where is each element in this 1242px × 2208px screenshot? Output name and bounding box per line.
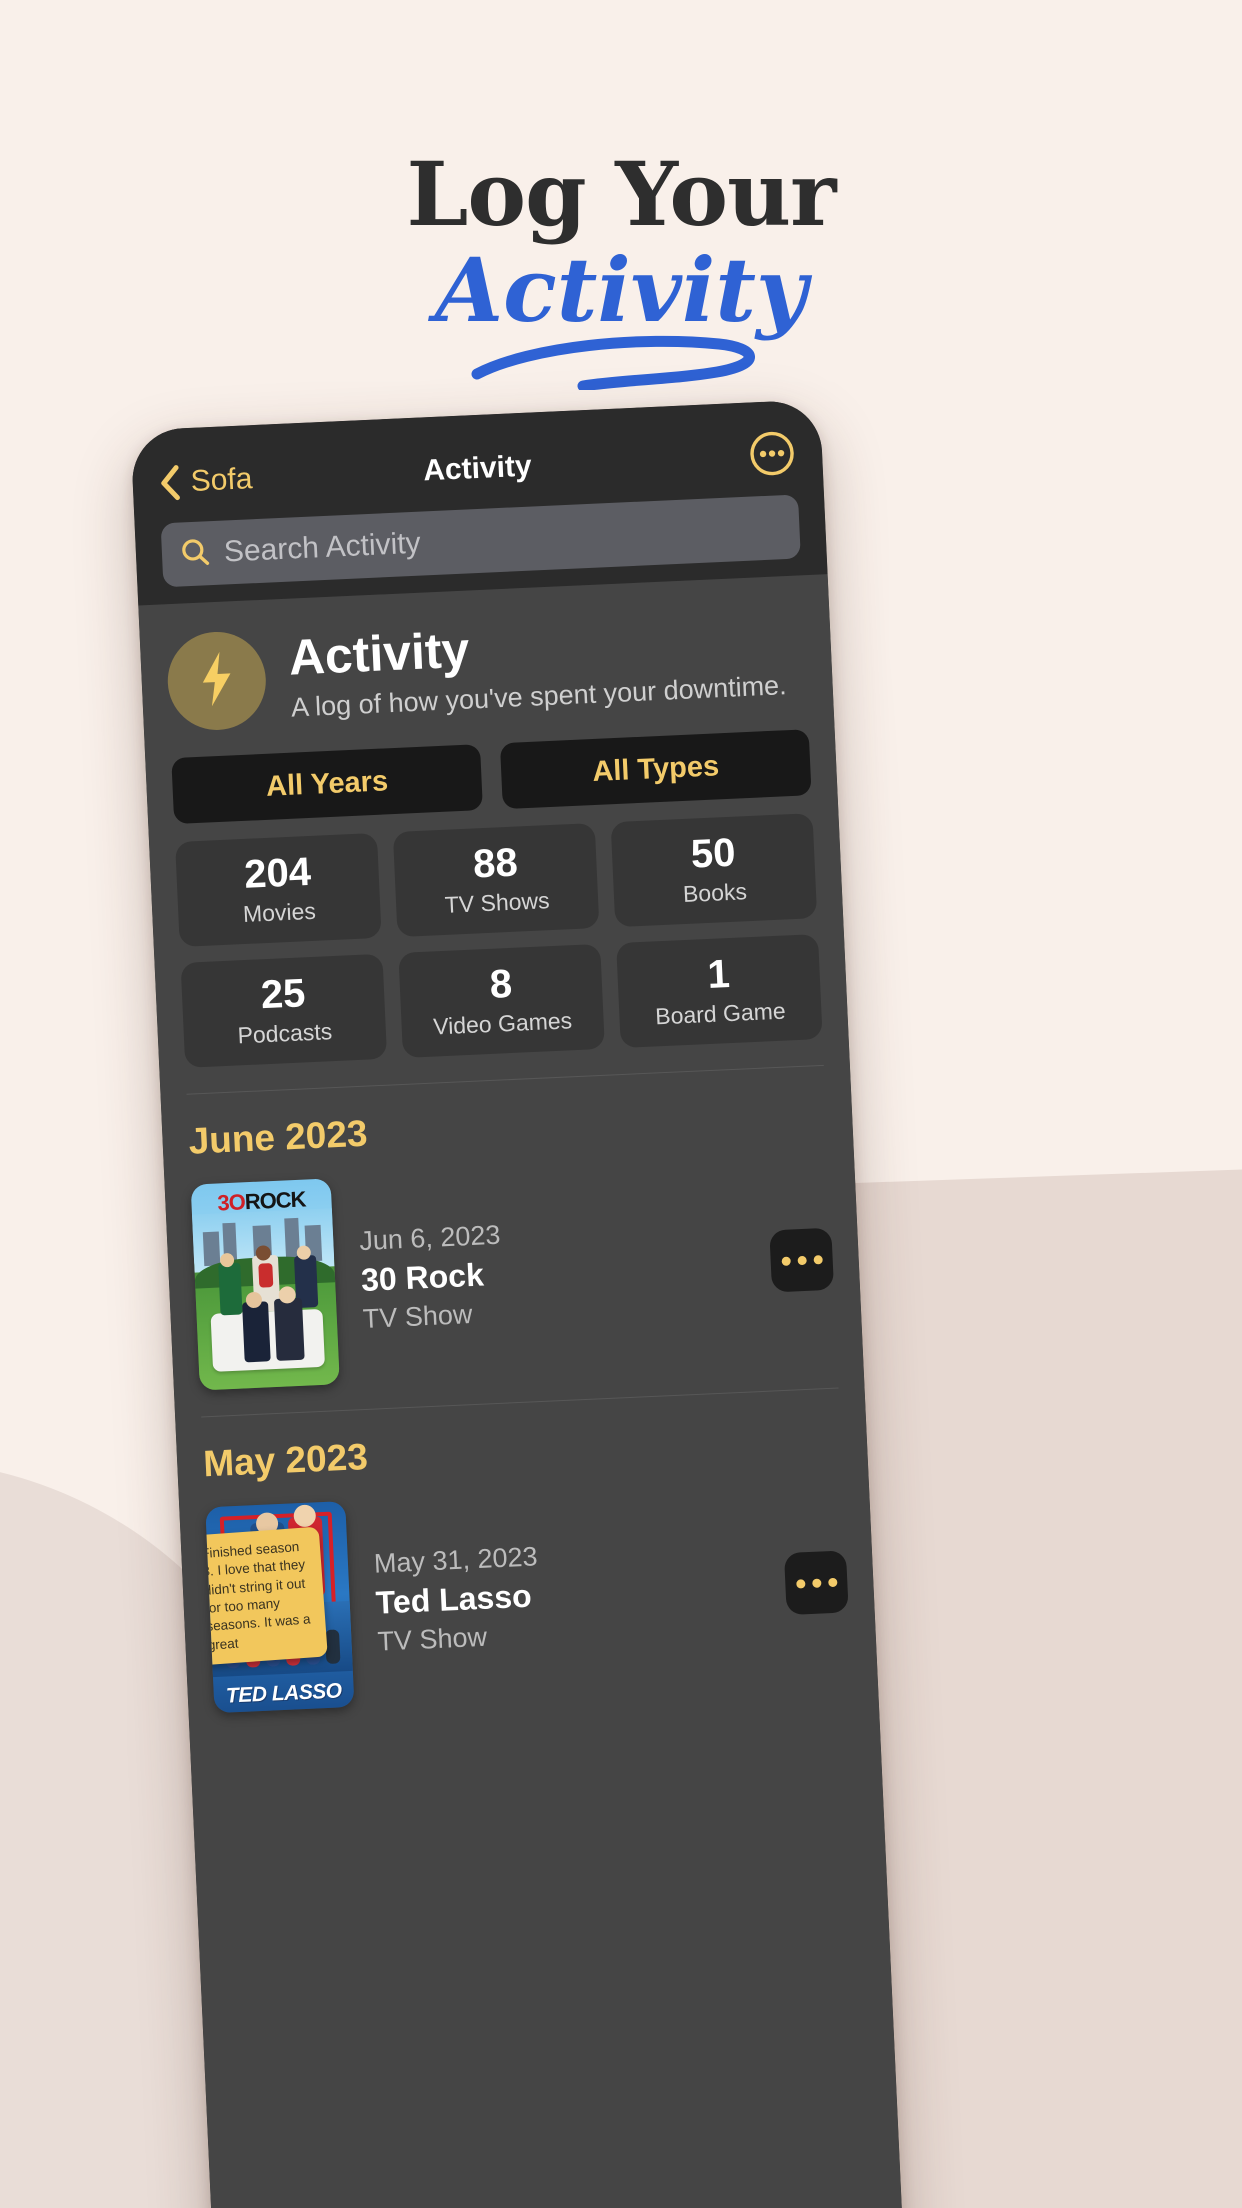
ellipsis-icon — [827, 1577, 838, 1587]
ellipsis-circle-icon — [749, 431, 798, 482]
activity-header: Activity A log of how you've spent your … — [165, 605, 808, 733]
entry-info: May 31, 2023 Ted Lasso TV Show — [373, 1531, 762, 1657]
filter-all-years[interactable]: All Years — [171, 744, 483, 825]
ellipsis-icon — [795, 1578, 806, 1589]
poster-title-part1: 3O — [216, 1189, 246, 1216]
search-input[interactable]: Search Activity — [160, 494, 801, 588]
poster-logo-text: TED LASSO — [225, 1679, 343, 1708]
stat-value: 204 — [243, 849, 312, 897]
ellipsis-icon — [780, 1256, 791, 1266]
ellipsis-icon — [812, 1254, 823, 1265]
month-heading-may: May 2023 — [202, 1435, 369, 1485]
stat-value: 1 — [706, 952, 731, 998]
stat-card-board-game[interactable]: 1 Board Game — [616, 933, 823, 1049]
stat-card-podcasts[interactable]: 25 Podcasts — [180, 953, 388, 1068]
poster-30-rock: 3OROCK — [190, 1178, 340, 1391]
stat-card-movies[interactable]: 204 Movies — [175, 832, 382, 947]
stat-value: 50 — [689, 830, 737, 877]
activity-icon-badge — [165, 629, 268, 733]
stat-card-books[interactable]: 50 Books — [610, 813, 818, 928]
poster-ted-lasso: TED LASSO Finished season 3. I love that… — [205, 1501, 355, 1714]
search-placeholder: Search Activity — [223, 526, 422, 569]
hero-line-1: Log Your — [406, 142, 837, 246]
stat-card-tv-shows[interactable]: 88 TV Shows — [392, 822, 600, 938]
hero-underline-swoosh — [0, 330, 1242, 402]
section-divider — [186, 1064, 824, 1095]
lightning-bolt-icon — [193, 649, 240, 714]
stat-label: Board Game — [654, 997, 787, 1030]
ellipsis-icon — [811, 1578, 822, 1588]
list-item[interactable]: 3OROCK Jun 6, 2023 30 Rock TV Show — [190, 1156, 838, 1391]
stat-value: 8 — [488, 961, 513, 1007]
filter-all-years-label: All Years — [265, 764, 389, 803]
stat-label: Video Games — [432, 1007, 573, 1040]
stats-grid: 204 Movies 88 TV Shows 50 Books 25 Podca… — [175, 813, 823, 1068]
search-icon — [179, 536, 211, 572]
back-button-label: Sofa — [189, 462, 254, 498]
stat-label: Movies — [242, 897, 317, 928]
section-divider — [201, 1387, 839, 1418]
hero-headline: Log Your Activity — [0, 142, 1242, 402]
stat-label: TV Shows — [444, 887, 551, 918]
entry-menu-button[interactable] — [769, 1227, 835, 1293]
stat-value: 88 — [472, 840, 519, 887]
phone-mockup: Sofa Activity Search Activity Activity A… — [130, 399, 905, 2208]
filter-all-types-label: All Types — [591, 749, 720, 788]
stat-label: Podcasts — [236, 1018, 333, 1049]
entry-info: Jun 6, 2023 30 Rock TV Show — [359, 1208, 748, 1334]
content-area: Activity A log of how you've spent your … — [138, 574, 905, 2208]
back-button[interactable]: Sofa — [158, 461, 253, 501]
poster-title-part2: ROCK — [244, 1186, 307, 1215]
filter-row: All Years All Types — [171, 729, 812, 825]
navigation-bar: Sofa Activity Search Activity — [130, 399, 828, 606]
entry-note: Finished season 3. I love that they didn… — [205, 1526, 328, 1666]
filter-all-types[interactable]: All Types — [499, 729, 812, 810]
month-heading-june: June 2023 — [187, 1112, 369, 1162]
stat-card-video-games[interactable]: 8 Video Games — [398, 943, 605, 1058]
stat-value: 25 — [259, 971, 307, 1018]
hero-line-2: Activity — [434, 237, 808, 342]
stat-label: Books — [682, 878, 748, 908]
phone-screen: Sofa Activity Search Activity Activity A… — [130, 399, 905, 2208]
list-item[interactable]: TED LASSO Finished season 3. I love that… — [205, 1478, 852, 1714]
chevron-left-icon — [158, 464, 182, 501]
entry-menu-button[interactable] — [783, 1550, 849, 1616]
nav-menu-button[interactable] — [747, 428, 797, 483]
ellipsis-icon — [796, 1255, 807, 1265]
